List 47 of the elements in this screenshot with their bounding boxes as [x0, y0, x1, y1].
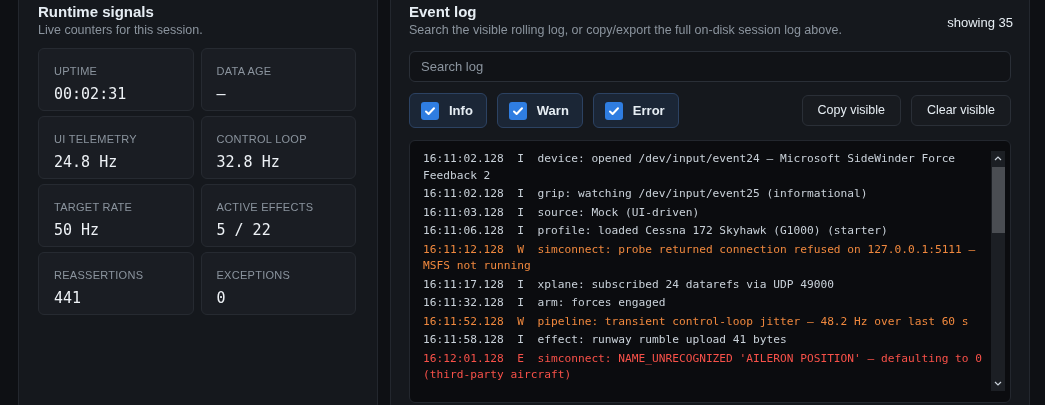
scrollbar[interactable]	[991, 151, 1005, 391]
log-entry: 16:11:17.128 I xplane: subscribed 24 datarefs via UDP 49000	[423, 276, 835, 293]
stat-value: 00:02:31	[54, 84, 128, 104]
scroll-up-icon[interactable]	[994, 155, 1002, 161]
panel-subtitle: Live counters for this session.	[38, 22, 204, 38]
stat-value: 24.8 Hz	[54, 152, 119, 172]
stat-label: UPTIME	[54, 64, 99, 79]
stat-label: TARGET RATE	[54, 200, 134, 215]
panel-title: Runtime signals	[38, 2, 155, 22]
stat-value: 32.8 Hz	[216, 152, 281, 172]
scrollbar-thumb[interactable]	[991, 167, 1005, 233]
log-entry: 16:11:02.128 I grip: watching /dev/input/event25 (informational)	[423, 186, 869, 202]
checkbox[interactable]	[421, 101, 439, 120]
log-entry: 16:11:32.128 I arm: forces engaged	[423, 295, 667, 311]
stat-label: EXCEPTIONS	[216, 268, 292, 283]
filter-toggle[interactable]: Error	[592, 93, 679, 128]
check-icon	[511, 104, 524, 117]
log-entry: 16:11:58.128 I effect: runway rumble upload 41 bytes	[423, 332, 788, 348]
stat-value: 5 / 22	[216, 220, 272, 240]
log-entry: 16:11:52.128 W pipeline: transient control-loop jitter — 48.2 Hz over last 60 s	[423, 313, 970, 330]
check-icon	[424, 104, 436, 117]
checkbox[interactable]	[508, 101, 527, 120]
stat-label: ACTIVE EFFECTS	[216, 200, 315, 215]
stat-value: 50 Hz	[54, 220, 101, 240]
stat-label: UI TELEMETRY	[54, 132, 138, 147]
panel-title: Event log	[409, 2, 478, 22]
search-field[interactable]: Search log	[409, 51, 1011, 82]
stat-value: 0	[216, 288, 227, 308]
stat-value: —	[216, 84, 227, 104]
stat-value: 441	[54, 288, 83, 308]
stat-label: CONTROL LOOP	[216, 132, 308, 147]
log-entry: 16:12:01.128 E simconnect: NAME_UNRECOGNIZED 'AILERON POSITION' — defaulting to 0 (third-party aircraft)	[423, 350, 984, 383]
log-entry: 16:11:02.128 I device: opened /dev/input/event24 — Microsoft SideWinder Force Feedback 2	[423, 151, 957, 184]
scroll-down-icon[interactable]	[994, 381, 1002, 387]
filter-toggle[interactable]: Warn	[496, 93, 583, 128]
action-button[interactable]: Copy visible	[801, 95, 901, 126]
stat-label: REASSERTIONS	[54, 268, 145, 283]
action-button[interactable]: Clear visible	[910, 95, 1011, 126]
log-entry: 16:11:03.128 I source: Mock (UI-driven)	[423, 204, 701, 221]
checkbox[interactable]	[604, 101, 623, 120]
log-entry: 16:11:06.128 I profile: loaded Cessna 172 Skyhawk (G1000) (starter)	[423, 223, 889, 239]
filter-toggle[interactable]: Info	[409, 93, 487, 128]
panel-subtitle: Search the visible rolling log, or copy/export the full on-disk session log above.	[409, 22, 842, 38]
check-icon	[607, 104, 620, 117]
log-entry: 16:11:12.128 W simconnect: probe returned connection refused on 127.0.0.1:5111 — MSFS not running	[423, 241, 977, 274]
stat-label: DATA AGE	[216, 64, 273, 79]
entry-count: showing 35	[947, 14, 1013, 32]
